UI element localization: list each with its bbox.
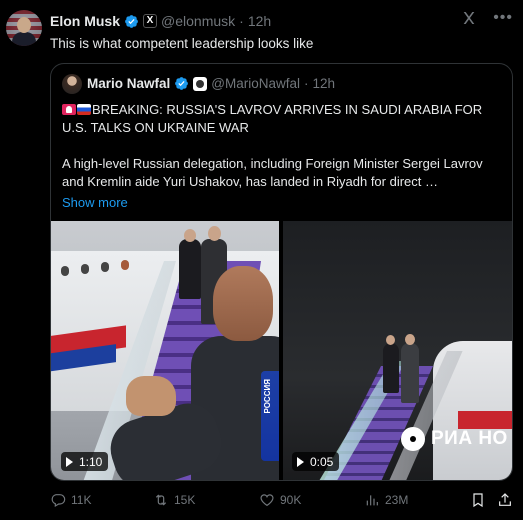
author-name[interactable]: Elon Musk <box>50 13 120 29</box>
quote-time[interactable]: 12h <box>313 76 336 91</box>
thumbs-up-hand <box>126 376 176 416</box>
post-text: This is what competent leadership looks … <box>50 36 314 51</box>
views-count: 23M <box>385 493 409 507</box>
quote-body: A high-level Russian delegation, includi… <box>62 156 483 189</box>
repost-icon <box>155 494 167 506</box>
microphone-label: РОССИЯ <box>263 379 272 414</box>
person <box>383 343 399 393</box>
share-button[interactable] <box>497 492 513 508</box>
video-scene: РИА НО <box>283 221 512 480</box>
repost-count: 15K <box>174 493 196 507</box>
quote-author-avatar[interactable] <box>62 74 82 94</box>
watermark-text: РИА НО <box>431 428 508 449</box>
reply-count: 11K <box>71 493 92 507</box>
video-duration: 1:10 <box>61 452 109 471</box>
quote-author-name[interactable]: Mario Nawfal <box>87 76 170 91</box>
play-icon <box>297 456 304 467</box>
show-more-link[interactable]: Show more <box>62 194 502 212</box>
quote-headline: BREAKING: RUSSIA'S LAVROV ARRIVES IN SAU… <box>62 101 502 137</box>
siren-emoji-icon <box>62 104 76 115</box>
video-thumbnail-1[interactable]: РОССИЯ 1:10 <box>51 221 279 480</box>
post-time[interactable]: 12h <box>248 13 271 29</box>
reporter-head <box>213 266 273 341</box>
plane-window <box>101 262 109 272</box>
post-header: Elon Musk X @elonmusk · 12h <box>50 12 271 30</box>
duration-text: 1:10 <box>79 454 103 469</box>
like-button[interactable]: 90K <box>259 492 301 508</box>
plane-window <box>61 266 69 276</box>
share-icon <box>499 493 511 506</box>
person-head <box>405 334 415 345</box>
person <box>401 343 419 403</box>
reply-icon <box>51 494 66 508</box>
like-icon <box>260 494 274 507</box>
verified-badge-icon <box>125 14 138 28</box>
author-avatar[interactable] <box>6 10 42 46</box>
views-icon <box>366 495 378 506</box>
repost-button[interactable]: 15K <box>153 492 195 508</box>
grok-icon[interactable] <box>461 10 477 26</box>
reply-button[interactable]: 11K <box>50 492 91 508</box>
person-head <box>208 226 221 241</box>
author-handle[interactable]: @elonmusk <box>161 13 235 29</box>
video-scene: РОССИЯ <box>51 221 279 480</box>
quote-author-handle[interactable]: @MarioNawfal <box>211 76 300 91</box>
avatar-head <box>17 17 31 33</box>
plane-window <box>81 264 89 274</box>
like-count: 90K <box>280 493 302 507</box>
bookmark-icon <box>473 493 483 508</box>
quoted-post[interactable]: Mario Nawfal @MarioNawfal · 12h BREAKING… <box>50 63 513 481</box>
views-button[interactable]: 23M <box>364 492 408 508</box>
bookmark-button[interactable] <box>470 492 486 508</box>
post[interactable]: Elon Musk X @elonmusk · 12h ••• This is … <box>0 0 523 520</box>
post-actions: 11K 15K 90K 23M <box>50 491 520 509</box>
separator-dot: · <box>304 76 309 91</box>
quote-header: Mario Nawfal @MarioNawfal · 12h <box>87 76 335 91</box>
headline-text: BREAKING: RUSSIA'S LAVROV ARRIVES IN SAU… <box>62 102 483 135</box>
video-duration: 0:05 <box>292 452 340 471</box>
ria-logo-icon <box>401 427 425 451</box>
duration-text: 0:05 <box>310 454 334 469</box>
video-thumbnail-2[interactable]: РИА НО 0:05 <box>283 221 512 480</box>
avatar-body <box>12 32 36 46</box>
verified-badge-icon <box>175 77 189 90</box>
quote-text: BREAKING: RUSSIA'S LAVROV ARRIVES IN SAU… <box>62 101 502 212</box>
post-top-actions: ••• <box>461 10 513 26</box>
quote-affiliation-badge[interactable] <box>193 76 208 91</box>
separator-dot: · <box>239 13 244 29</box>
person-head <box>386 335 395 345</box>
plane-window <box>121 260 129 270</box>
ria-watermark: РИА НО <box>401 427 508 451</box>
more-icon[interactable]: ••• <box>493 10 513 26</box>
play-icon <box>66 456 73 467</box>
person-head <box>184 229 196 242</box>
russia-flag-icon <box>77 104 91 115</box>
affiliation-badge[interactable]: X <box>143 14 158 28</box>
